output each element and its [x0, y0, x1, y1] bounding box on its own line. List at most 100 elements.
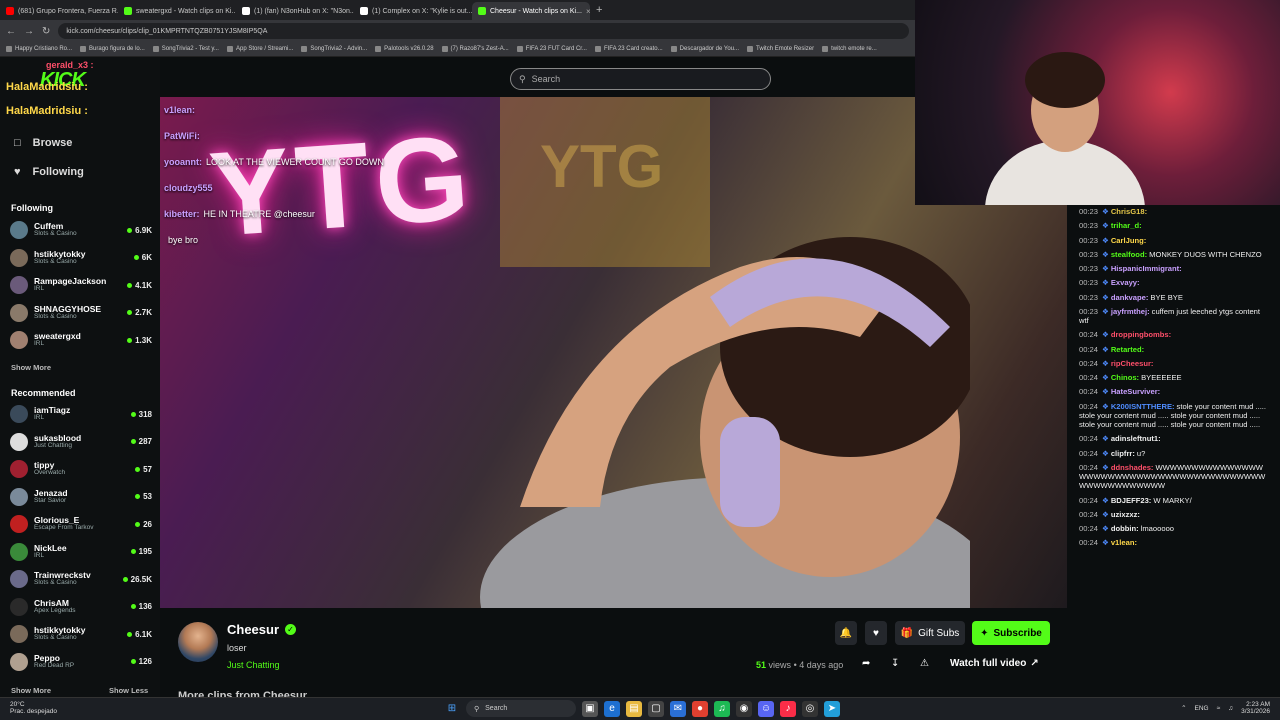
bookmark-item[interactable]: SongTrivia2 - Advin...: [301, 46, 367, 52]
download-icon[interactable]: ↧: [891, 658, 899, 669]
bookmark-item[interactable]: FIFA 23 FUT Card Cr...: [516, 46, 587, 52]
wifi-icon[interactable]: ≈: [1217, 705, 1221, 712]
mail-icon[interactable]: ✉: [670, 700, 686, 717]
chevron-up-icon[interactable]: ⌃: [1181, 704, 1186, 712]
store-icon[interactable]: ▢: [648, 700, 664, 717]
bookmark-item[interactable]: Palotools v26.0.28: [375, 46, 434, 52]
bookmark-item[interactable]: Burago figura de lo...: [80, 46, 145, 52]
watch-full-video-link[interactable]: Watch full video ↗: [950, 658, 1039, 669]
bookmark-item[interactable]: App Store / Streami...: [226, 46, 293, 52]
sidebar-channel[interactable]: ChrisAM Apex Legends 136: [10, 594, 152, 620]
share-icon[interactable]: ➦: [862, 658, 870, 669]
nav-browse[interactable]: □ Browse: [14, 137, 72, 149]
chat-username[interactable]: Chinos:: [1111, 373, 1139, 382]
bookmark-item[interactable]: SongTrivia2 - Test y...: [152, 46, 219, 52]
channel-avatar[interactable]: [178, 622, 218, 662]
bookmark-item[interactable]: (7) Razo87's Zest-A...: [441, 46, 509, 52]
search-input[interactable]: ⚲ Search: [510, 68, 771, 90]
chrome-icon[interactable]: ●: [692, 700, 708, 717]
nav-following[interactable]: ♥ Following: [14, 166, 84, 178]
chat-username[interactable]: dankvape:: [1111, 293, 1149, 302]
reload-icon[interactable]: ↻: [42, 26, 50, 37]
chat-username[interactable]: jayfrmthej:: [1111, 307, 1150, 316]
chat-username[interactable]: Exvayy:: [1111, 278, 1140, 287]
chat-username[interactable]: dobbin:: [1111, 524, 1139, 533]
sidebar-channel[interactable]: SHNAGGYHOSE Slots & Casino 2.7K: [10, 300, 152, 326]
sidebar-channel[interactable]: Trainwreckstv Slots & Casino 26.5K: [10, 566, 152, 592]
bookmark-item[interactable]: twitch emote re...: [822, 46, 877, 52]
chat-username[interactable]: ripCheesur:: [1111, 359, 1154, 368]
edge-icon[interactable]: e: [604, 700, 620, 717]
sidebar-channel[interactable]: sukasblood Just Chatting 287: [10, 429, 152, 455]
sidebar-channel[interactable]: Cuffem Slots & Casino 6.9K: [10, 217, 152, 243]
obs-icon[interactable]: ◎: [802, 700, 818, 717]
tab-favicon-icon: [478, 7, 486, 15]
sidebar-channel[interactable]: tippy Overwatch 57: [10, 456, 152, 482]
taskbar-search[interactable]: ⚲ Search: [466, 700, 576, 717]
chat-username[interactable]: ChrisG18:: [1111, 207, 1147, 216]
sidebar-channel[interactable]: Jenazad Star Savior 53: [10, 484, 152, 510]
chat-username[interactable]: droppingbombs:: [1111, 330, 1171, 339]
following-show-more[interactable]: Show More: [11, 363, 51, 372]
browser-tab[interactable]: (1) (fan) N3onHub on X: "N3on...×: [236, 2, 354, 20]
chat-username[interactable]: ddnshades:: [1111, 463, 1154, 472]
browser-tab[interactable]: sweatergxd - Watch clips on Ki...×: [118, 2, 236, 20]
sidebar-channel[interactable]: Glorious_E Escape From Tarkov 26: [10, 511, 152, 537]
notifications-button[interactable]: 🔔: [835, 621, 857, 645]
back-icon[interactable]: ←: [6, 26, 16, 37]
browser-tab[interactable]: (1) Complex on X: "Kylie is out...×: [354, 2, 472, 20]
bookmark-item[interactable]: FIFA 23 Card creato...: [594, 46, 663, 52]
browser-tab[interactable]: (681) Grupo Frontera, Fuerza R...×: [0, 2, 118, 20]
weather-widget[interactable]: 20°C Prac. despejado: [10, 701, 57, 715]
github-icon[interactable]: ◉: [736, 700, 752, 717]
sidebar-channel[interactable]: NickLee IRL 195: [10, 539, 152, 565]
lang-indicator[interactable]: ENG: [1195, 705, 1209, 712]
windows-start-icon[interactable]: ⊞: [444, 701, 460, 717]
sidebar-channel[interactable]: sweatergxd IRL 1.3K: [10, 327, 152, 353]
bookmark-item[interactable]: Descargador de You...: [670, 46, 739, 52]
recommended-show-less[interactable]: Show Less: [109, 686, 148, 695]
channel-name[interactable]: Cheesur: [227, 622, 279, 637]
bookmark-item[interactable]: Happy Cristiano Ro...: [6, 46, 72, 52]
spotify-icon[interactable]: ♫: [714, 700, 730, 717]
sidebar-channel[interactable]: hstikkytokky Slots & Casino 6.1K: [10, 621, 152, 647]
url-field[interactable]: kick.com/cheesur/clips/clip_01KMPRTNTQZB…: [58, 23, 909, 39]
forward-icon[interactable]: →: [24, 26, 34, 37]
task-view-icon[interactable]: ▣: [582, 700, 598, 717]
file-explorer-icon[interactable]: ▤: [626, 700, 642, 717]
chat-message: 00:24 ❖ ddnshades: WWWWWWWWWWWWWWWWWWWWWWWW…: [1079, 463, 1270, 491]
chat-username[interactable]: Retarted:: [1111, 345, 1144, 354]
badge-icon: ❖: [1102, 292, 1109, 302]
clock[interactable]: 2:23 AM 3/31/2026: [1241, 701, 1270, 715]
sidebar-channel[interactable]: RampageJackson IRL 4.1K: [10, 272, 152, 298]
sidebar-channel[interactable]: hstikkytokky Slots & Casino 6K: [10, 245, 152, 271]
report-icon[interactable]: ⚠: [920, 658, 929, 669]
chat-username[interactable]: CarlJung:: [1111, 236, 1146, 245]
discord-icon[interactable]: ☺: [758, 700, 774, 717]
chat-username[interactable]: adinsleftnut1:: [1111, 434, 1161, 443]
chat-username[interactable]: HateSurviver:: [1111, 387, 1160, 396]
browser-tab[interactable]: Cheesur - Watch clips on Ki... ×: [472, 2, 590, 20]
chat-username[interactable]: uzixzxz:: [1111, 510, 1140, 519]
follow-button[interactable]: ♥: [865, 621, 887, 645]
recommended-show-more[interactable]: Show More: [11, 686, 51, 695]
sidebar-channel[interactable]: Peppo Red Dead RP 126: [10, 649, 152, 675]
chat-username[interactable]: v1lean:: [1111, 538, 1137, 547]
chat-username[interactable]: trihar_d:: [1111, 221, 1142, 230]
gift-subs-button[interactable]: 🎁 Gift Subs: [895, 621, 965, 645]
chat-username[interactable]: BDJEFF23:: [1111, 496, 1152, 505]
chat-username[interactable]: stealfood:: [1111, 250, 1147, 259]
clip-meta: 51 views • 4 days ago: [756, 660, 843, 670]
chat-username[interactable]: K200ISNTTHERE:: [1111, 402, 1175, 411]
chat-username[interactable]: clipfrr:: [1111, 449, 1135, 458]
sidebar-channel[interactable]: iamTiagz IRL 318: [10, 401, 152, 427]
telegram-icon[interactable]: ➤: [824, 700, 840, 717]
music-icon[interactable]: ♪: [780, 700, 796, 717]
clip-category[interactable]: Just Chatting: [227, 660, 280, 670]
bookmark-item[interactable]: Twitch Emote Resizer: [747, 46, 814, 52]
subscribe-button[interactable]: ✦ Subscribe: [972, 621, 1050, 645]
chat-username[interactable]: HispanicImmigrant:: [1111, 264, 1182, 273]
new-tab-icon[interactable]: +: [590, 4, 608, 16]
video-chat-user: cloudzy555: [164, 183, 213, 193]
volume-icon[interactable]: ♫: [1228, 705, 1233, 712]
